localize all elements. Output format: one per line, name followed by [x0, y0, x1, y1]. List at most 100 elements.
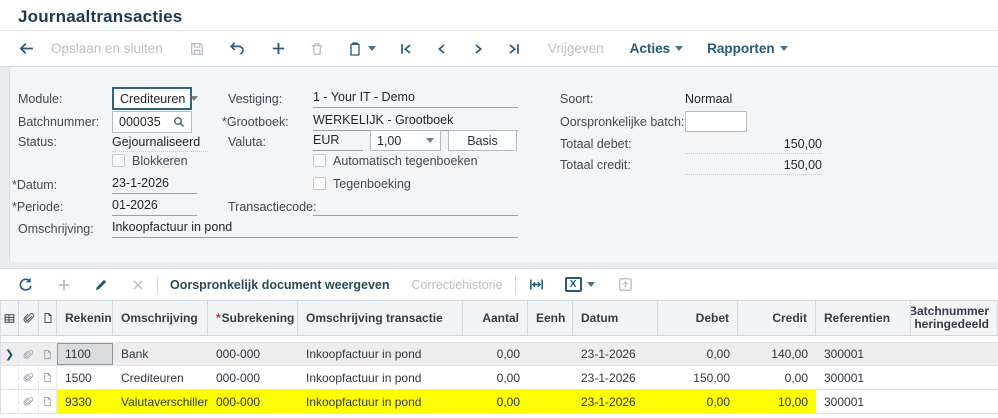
hold-checkbox[interactable]: Blokkeren — [112, 154, 188, 168]
cell-datum[interactable]: 23-1-2026 — [573, 343, 658, 365]
refresh-button[interactable] — [18, 277, 34, 293]
period-input[interactable]: 01-2026 — [112, 198, 197, 216]
cell-debet[interactable]: 0,00 — [658, 390, 738, 413]
save-and-close-button[interactable]: Opslaan en sluiten — [51, 41, 163, 56]
auto-reverse-checkbox[interactable]: Automatisch tegenboeken — [313, 154, 478, 168]
add-row-button[interactable] — [56, 277, 72, 293]
description-input[interactable]: Inkoopfactuur in pond — [112, 220, 518, 238]
transaction-code-input[interactable] — [313, 198, 518, 216]
cell-aantal[interactable]: 0,00 — [463, 390, 528, 413]
cell-batchnummer-heringedeeld[interactable] — [911, 390, 998, 413]
view-original-document-button[interactable]: Oorspronkelijk document weergeven — [170, 278, 390, 292]
cell-omschrijving-transactie[interactable]: Inkoopfactuur in pond — [298, 390, 463, 413]
go-first-button[interactable] — [398, 41, 414, 57]
date-label: *Datum: — [12, 178, 58, 192]
ledger-input[interactable]: WERKELIJK - Grootboek — [313, 113, 518, 131]
cell-referentien[interactable]: 300001 — [816, 343, 911, 365]
cell-eenheid[interactable] — [528, 343, 573, 365]
original-batch-input[interactable] — [685, 111, 747, 132]
cell-rekening[interactable]: 9330 — [57, 390, 113, 413]
cell-omschrijving-transactie[interactable]: Inkoopfactuur in pond — [298, 366, 463, 389]
note-icon[interactable] — [39, 343, 57, 365]
cell-credit[interactable]: 10,00 — [738, 390, 816, 413]
cell-rekening[interactable]: 1100 — [57, 343, 113, 365]
cell-batchnummer-heringedeeld[interactable] — [911, 366, 998, 389]
reversing-checkbox[interactable]: Tegenboeking — [313, 177, 411, 191]
cell-omschrijving[interactable]: Bank — [113, 343, 208, 365]
column-header-rekening[interactable]: Rekenin — [57, 301, 113, 335]
edit-button[interactable] — [94, 277, 109, 292]
cell-debet[interactable]: 0,00 — [658, 343, 738, 365]
table-row[interactable]: ❯ 1100 Bank 000-000 Inkoopfactuur in pon… — [1, 342, 998, 366]
go-previous-button[interactable] — [434, 41, 450, 57]
table-row-highlighted[interactable]: 9330 Valutaverschillen 000-000 Inkoopfac… — [1, 390, 998, 414]
add-button[interactable] — [270, 40, 287, 57]
cell-credit[interactable]: 140,00 — [738, 343, 816, 365]
base-currency-button[interactable]: Basis — [448, 130, 517, 151]
cell-debet[interactable]: 150,00 — [658, 366, 738, 389]
cell-eenheid[interactable] — [528, 366, 573, 389]
cell-omschrijving[interactable]: Crediteuren — [113, 366, 208, 389]
cell-referentien[interactable]: 300001 — [816, 366, 911, 389]
cell-rekening[interactable]: 1500 — [57, 366, 113, 389]
column-header-referentien[interactable]: Referentien — [816, 301, 911, 335]
column-header-omschrijving-transactie[interactable]: Omschrijving transactie — [298, 301, 463, 335]
paperclip-icon[interactable] — [19, 366, 39, 389]
cell-batchnummer-heringedeeld[interactable] — [911, 343, 998, 365]
column-header-eenheid[interactable]: Eenh — [528, 301, 573, 335]
back-button[interactable] — [18, 40, 35, 57]
cell-referentien[interactable]: 300001 — [816, 390, 911, 413]
cell-aantal[interactable]: 0,00 — [463, 343, 528, 365]
column-header-debet[interactable]: Debet — [658, 301, 738, 335]
paperclip-icon[interactable] — [19, 343, 39, 365]
notes-column-header note-icon[interactable] — [39, 301, 57, 335]
module-select[interactable]: Crediteuren — [112, 87, 199, 110]
actions-menu[interactable]: Acties — [630, 41, 684, 56]
attachments-column-header paperclip-icon[interactable] — [19, 301, 39, 335]
delete-button[interactable] — [309, 41, 325, 57]
note-icon[interactable] — [39, 366, 57, 389]
upload-button[interactable] — [617, 276, 634, 293]
column-header-aantal[interactable]: Aantal — [463, 301, 528, 335]
branch-input[interactable]: 1 - Your IT - Demo — [313, 90, 518, 108]
main-toolbar: Opslaan en sluiten Vrijgeven Acties Rapp… — [0, 31, 998, 66]
release-button[interactable]: Vrijgeven — [548, 41, 604, 56]
cell-omschrijving[interactable]: Valutaverschillen — [113, 390, 208, 413]
cell-aantal[interactable]: 0,00 — [463, 366, 528, 389]
cell-datum[interactable]: 23-1-2026 — [573, 390, 658, 413]
cell-credit[interactable]: 0,00 — [738, 366, 816, 389]
date-input[interactable]: 23-1-2026 — [112, 176, 197, 194]
cell-subrekening[interactable]: 000-000 — [208, 390, 298, 413]
undo-button[interactable] — [229, 40, 246, 57]
go-last-button[interactable] — [506, 41, 522, 57]
cell-datum[interactable]: 23-1-2026 — [573, 366, 658, 389]
table-row[interactable]: 1500 Crediteuren 000-000 Inkoopfactuur i… — [1, 366, 998, 390]
page-title: Journaaltransacties — [18, 7, 183, 26]
cell-subrekening[interactable]: 000-000 — [208, 343, 298, 365]
cell-subrekening[interactable]: 000-000 — [208, 366, 298, 389]
save-button[interactable] — [189, 41, 205, 57]
clipboard-menu-button[interactable] — [347, 41, 376, 57]
column-header-batchnummer-heringedeeld[interactable]: Batchnummer heringedeeld — [911, 301, 998, 335]
undo-icon — [229, 40, 246, 57]
batch-number-input[interactable]: 000035 — [112, 111, 192, 133]
fit-width-button[interactable] — [528, 276, 545, 293]
search-icon[interactable] — [173, 116, 185, 128]
currency-rate-select[interactable]: 1,00 — [370, 130, 441, 151]
column-header-subrekening[interactable]: * Subrekening — [208, 301, 298, 335]
cell-eenheid[interactable] — [528, 390, 573, 413]
reports-menu[interactable]: Rapporten — [707, 41, 788, 56]
grid-settings-icon[interactable] — [1, 301, 19, 335]
export-excel-button[interactable]: X — [564, 277, 595, 292]
go-next-button[interactable] — [470, 41, 486, 57]
correction-history-button[interactable]: Correctiehistorie — [412, 278, 503, 292]
column-header-datum[interactable]: Datum — [573, 301, 658, 335]
cell-omschrijving-transactie[interactable]: Inkoopfactuur in pond — [298, 343, 463, 365]
note-icon[interactable] — [39, 390, 57, 413]
paperclip-icon[interactable] — [19, 390, 39, 413]
delete-row-button[interactable] — [131, 278, 145, 292]
currency-code-input[interactable]: EUR — [313, 133, 363, 151]
column-header-omschrijving[interactable]: Omschrijving — [113, 301, 208, 335]
column-header-credit[interactable]: Credit — [738, 301, 816, 335]
fit-width-icon — [528, 276, 545, 293]
